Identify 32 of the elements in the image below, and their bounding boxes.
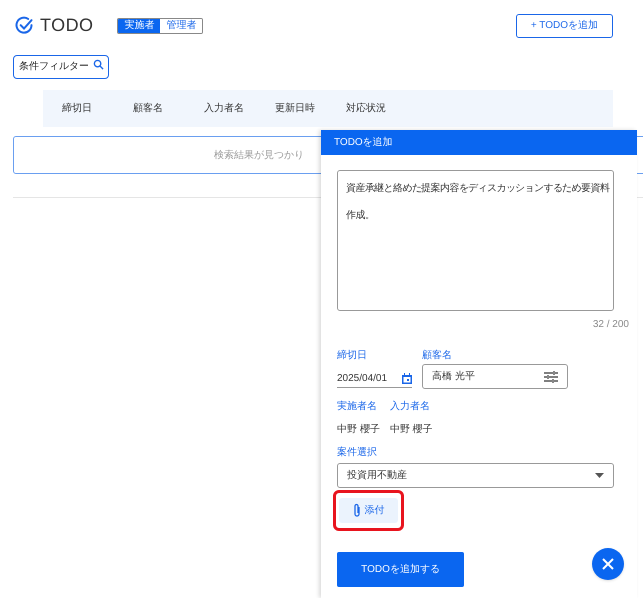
- attach-button[interactable]: 添付: [339, 498, 398, 523]
- drawer-title: TODOを追加: [334, 136, 393, 150]
- caret-icon: [595, 473, 604, 478]
- date-field[interactable]: 2025/04/01: [337, 369, 412, 388]
- add-todo-button[interactable]: + TODOを追加: [516, 14, 613, 38]
- column-header: 顧客名: [133, 102, 164, 116]
- column-header: 更新日時: [275, 102, 316, 116]
- field-label: 実施者名: [337, 400, 378, 414]
- column-header: 対応状況: [346, 102, 387, 116]
- field-label: 案件選択: [337, 446, 378, 460]
- person-name: 中野 櫻子: [390, 422, 433, 437]
- character-counter: 32 / 200: [592, 318, 629, 332]
- field-label: 入力者名: [390, 400, 431, 414]
- check-circle-icon: [14, 16, 34, 36]
- submit-button[interactable]: TODOを追加する: [337, 552, 464, 587]
- search-icon: [93, 59, 104, 70]
- sliders-icon: [544, 370, 558, 382]
- close-icon: [602, 558, 614, 570]
- column-header: 入力者名: [204, 102, 245, 116]
- role-tab[interactable]: 実施者: [118, 18, 160, 32]
- description-field[interactable]: 資産承継と絡めた提案内容をディスカッションするため要資料作成。: [337, 170, 614, 311]
- column-header: 締切日: [62, 102, 93, 116]
- person-name: 中野 櫻子: [337, 422, 380, 437]
- calendar-icon: [402, 372, 412, 384]
- app-title: TODO: [40, 14, 94, 37]
- field-label: 締切日: [337, 348, 368, 363]
- project-select[interactable]: 投資用不動産: [337, 463, 614, 488]
- paperclip-icon: [352, 503, 360, 518]
- customer-field[interactable]: 高橋 光平: [422, 364, 568, 389]
- empty-message: 検索結果が見つかり: [214, 148, 304, 162]
- field-label: 顧客名: [422, 348, 453, 363]
- filter-field[interactable]: 条件フィルター: [13, 54, 109, 78]
